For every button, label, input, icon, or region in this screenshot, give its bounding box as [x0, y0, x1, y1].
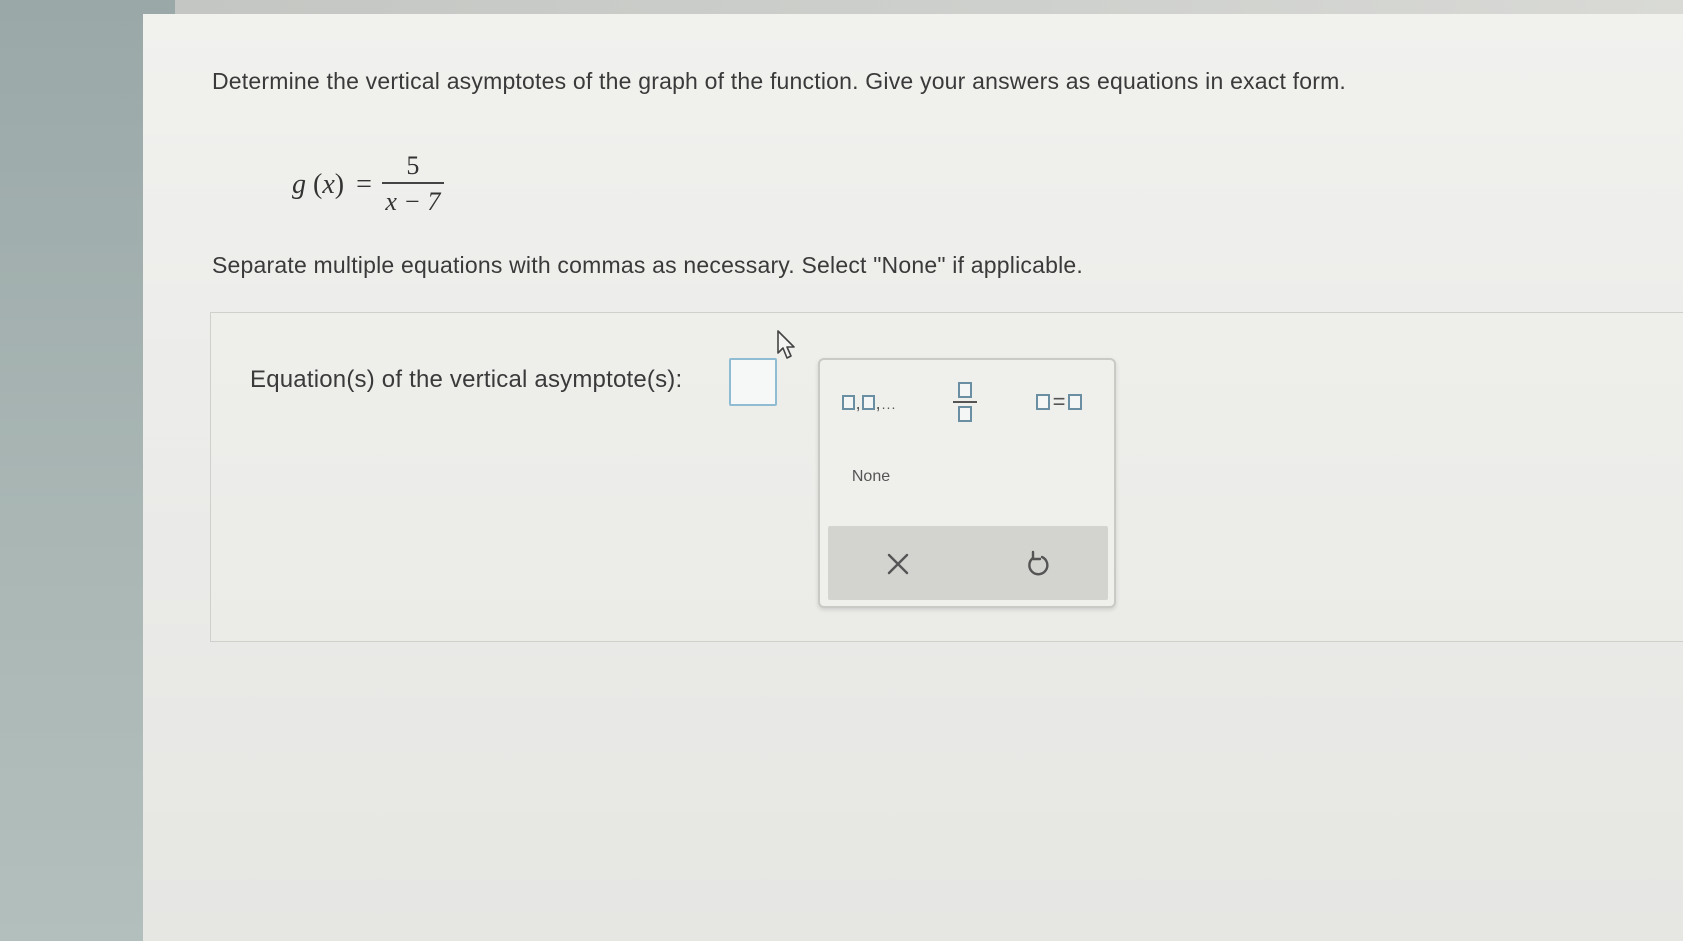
fraction-icon	[953, 382, 977, 422]
answer-input[interactable]	[729, 358, 777, 406]
function-lhs: g (x)	[292, 169, 345, 200]
question-prompt: Determine the vertical asymptotes of the…	[212, 68, 1347, 94]
comma-list-icon: ,,...	[841, 394, 897, 412]
fraction: 5 x − 7	[381, 151, 444, 218]
answer-label: Equation(s) of the vertical asymptote(s)…	[250, 366, 683, 393]
close-icon	[887, 553, 909, 575]
fraction-numerator: 5	[406, 151, 420, 180]
clear-button[interactable]	[874, 540, 922, 588]
mouse-cursor-icon	[777, 330, 795, 359]
fraction-template-button[interactable]	[942, 372, 988, 432]
function-variable: x	[322, 169, 335, 200]
list-template-button[interactable]: ,,...	[834, 380, 904, 424]
function-name: g	[292, 169, 306, 200]
equation-icon: =	[1035, 389, 1083, 415]
undo-button[interactable]	[1014, 540, 1062, 588]
equation-template-button[interactable]: =	[1022, 380, 1096, 424]
function-formula: g (x) = 5 x − 7	[292, 150, 444, 220]
fraction-denominator: x − 7	[385, 187, 441, 216]
equals-sign: =	[356, 169, 372, 200]
none-button[interactable]: None	[840, 462, 902, 492]
answer-instructions: Separate multiple equations with commas …	[212, 252, 1083, 278]
palette-action-bar	[828, 526, 1108, 600]
math-palette: ,,... = None	[818, 358, 1116, 608]
undo-icon	[1028, 550, 1049, 576]
